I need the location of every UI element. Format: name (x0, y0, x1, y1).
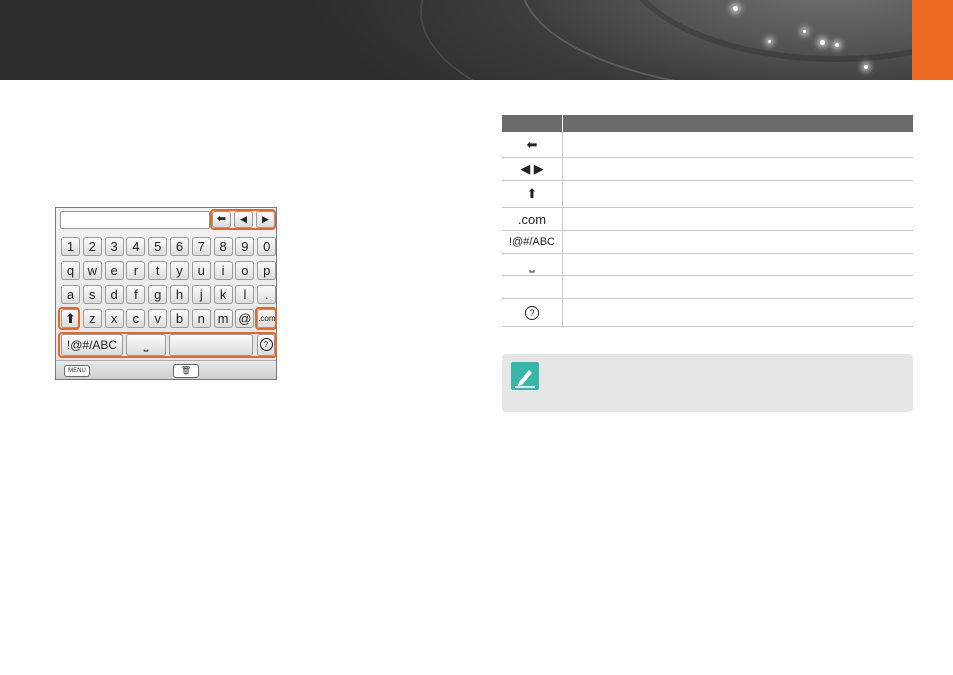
key-3-1[interactable]: z (82, 309, 102, 328)
menu-button[interactable]: MENU (64, 365, 90, 377)
sparkle-icon (864, 65, 868, 69)
table-desc (563, 299, 913, 326)
blank-key[interactable] (169, 334, 253, 356)
space-icon: ⎵ (502, 254, 563, 275)
key-2-0[interactable]: a (61, 285, 80, 304)
backspace-arrow-icon: ⬅ (216, 213, 227, 225)
table-row: ? (502, 299, 913, 327)
key-1-7[interactable]: i (213, 261, 233, 280)
key-1-1[interactable]: w (82, 261, 102, 280)
shift-arrow-icon: ⬆ (502, 181, 563, 207)
help-key[interactable]: ? (257, 334, 275, 356)
symbols-key[interactable]: !@#/ABC (61, 334, 123, 356)
table-desc (563, 254, 913, 275)
symbols-text: !@#/ABC (502, 231, 563, 253)
table-body: ⬅ ◀ ▶ ⬆ .com !@#/ABC ⎵? (502, 132, 913, 327)
sparkle-icon (733, 6, 738, 11)
key-1-5[interactable]: y (170, 261, 189, 280)
icon-table: ⬅ ◀ ▶ ⬆ .com !@#/ABC ⎵? (502, 115, 913, 327)
key-1-4[interactable]: t (148, 261, 168, 280)
table-row: ⎵ (502, 254, 913, 276)
trash-button[interactable]: 🗑 (173, 364, 199, 378)
key-0-6[interactable]: 7 (191, 237, 211, 256)
dotcom-text: .com (502, 208, 563, 230)
table-header (502, 115, 913, 132)
key-0-7[interactable]: 8 (213, 237, 233, 256)
key-0-3[interactable]: 4 (126, 237, 146, 256)
table-row: ⬆ (502, 181, 913, 208)
key-3-3[interactable]: c (126, 309, 146, 328)
key-1-8[interactable]: o (235, 261, 255, 280)
key-2-8[interactable]: l (235, 285, 255, 304)
left-arrow-icon: ◀ (240, 214, 247, 224)
key-0-8[interactable]: 9 (235, 237, 255, 256)
header-banner (0, 0, 953, 80)
help-icon: ? (502, 299, 563, 326)
table-desc (563, 132, 913, 157)
dotcom-highlight (255, 307, 277, 330)
key-3-7[interactable]: m (213, 309, 233, 328)
key-2-4[interactable]: g (148, 285, 168, 304)
note-box (502, 354, 913, 412)
table-row: ⬅ (502, 132, 913, 158)
pen-icon (515, 370, 535, 388)
help-icon: ? (259, 338, 273, 351)
trash-icon: 🗑 (180, 366, 192, 375)
cursor-left-key[interactable]: ◀ (234, 211, 253, 228)
key-3-8[interactable]: @ (235, 309, 255, 328)
key-1-2[interactable]: e (104, 261, 124, 280)
table-row: ◀ ▶ (502, 158, 913, 181)
camera-keyboard-screen: ⬅ ◀ ▶ 1 2 3 4 5 6 7 8 9 0 q w e r t y u i o p a s d f g h j k l. ⬆ z x c… (55, 207, 277, 380)
key-2-2[interactable]: d (104, 285, 124, 304)
key-2-6[interactable]: j (191, 285, 211, 304)
key-2-5[interactable]: h (170, 285, 189, 304)
key-1-3[interactable]: r (126, 261, 146, 280)
table-desc (563, 276, 913, 298)
key-0-0[interactable]: 1 (61, 237, 80, 256)
key-3-6[interactable]: n (191, 309, 211, 328)
key-0-4[interactable]: 5 (148, 237, 168, 256)
table-desc (563, 208, 913, 230)
space-icon: ⎵ (143, 338, 149, 352)
key-0-5[interactable]: 6 (170, 237, 189, 256)
sparkle-icon (803, 30, 806, 33)
table-row (502, 276, 913, 299)
key-3-2[interactable]: x (104, 309, 124, 328)
table-desc (563, 231, 913, 253)
text-input-field[interactable] (60, 211, 210, 229)
table-desc (563, 158, 913, 180)
table-row: !@#/ABC (502, 231, 913, 254)
bottom-bar: MENU 🗑 (56, 360, 276, 379)
key-3-4[interactable]: v (148, 309, 168, 328)
sparkle-icon (768, 40, 771, 43)
help-circle: ? (525, 305, 539, 320)
key-3-5[interactable]: b (170, 309, 189, 328)
shift-highlight (58, 307, 80, 330)
key-1-9[interactable]: p (257, 261, 277, 280)
sparkle-icon (820, 40, 825, 45)
backspace-key[interactable]: ⬅ (212, 211, 231, 228)
key-2-9[interactable]: . (257, 285, 277, 304)
key-1-0[interactable]: q (61, 261, 80, 280)
key-2-1[interactable]: s (82, 285, 102, 304)
right-arrow-icon: ▶ (262, 214, 269, 224)
key-2-7[interactable]: k (213, 285, 233, 304)
blank (502, 276, 563, 298)
note-badge (511, 362, 539, 390)
left-right-arrows-icon: ◀ ▶ (502, 158, 563, 180)
key-2-3[interactable]: f (126, 285, 146, 304)
space-key[interactable]: ⎵ (126, 334, 166, 356)
backspace-arrow-icon: ⬅ (502, 132, 563, 157)
key-0-9[interactable]: 0 (257, 237, 277, 256)
key-1-6[interactable]: u (191, 261, 211, 280)
section-tab (912, 0, 953, 80)
table-desc (563, 181, 913, 207)
table-row: .com (502, 208, 913, 231)
sparkle-icon (835, 43, 839, 47)
key-0-2[interactable]: 3 (104, 237, 124, 256)
cursor-right-key[interactable]: ▶ (256, 211, 275, 228)
key-0-1[interactable]: 2 (82, 237, 102, 256)
